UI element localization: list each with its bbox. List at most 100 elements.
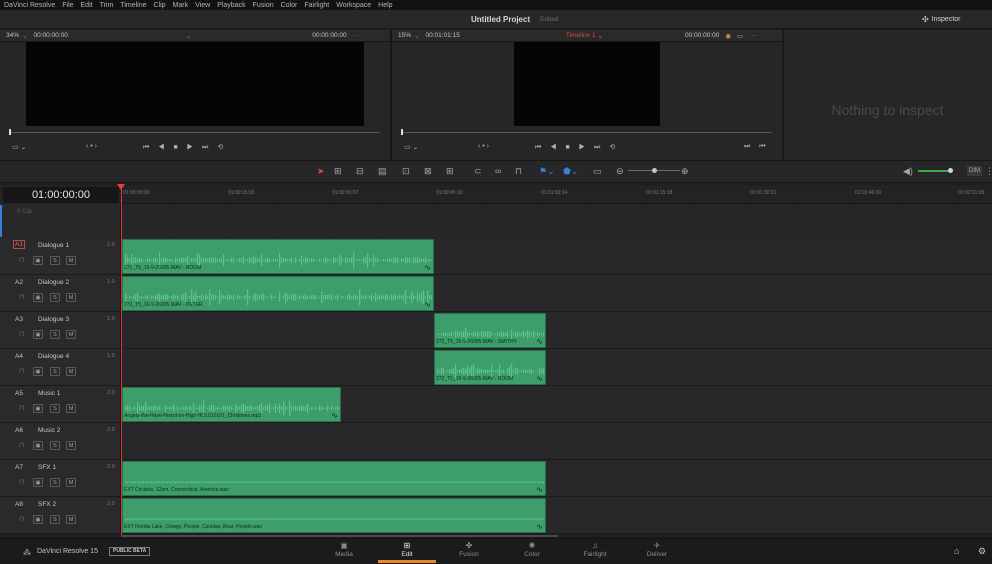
menu-clip[interactable]: Clip — [154, 2, 166, 9]
timeline-screen[interactable] — [514, 42, 660, 126]
timeline-transport[interactable]: ⏮◀■▶⏭⟲ — [535, 143, 624, 152]
lock-icon[interactable]: ⊓ — [19, 330, 26, 338]
source-scrubber[interactable] — [10, 132, 380, 133]
page-tab-deliver[interactable]: ✈ Deliver — [630, 540, 684, 558]
more-icon[interactable]: ··· — [751, 32, 758, 39]
menu-timeline[interactable]: Timeline — [120, 2, 146, 9]
audio-clip[interactable]: 272_T5_16-9-26005.WAV - SMITHY ∿ — [434, 313, 546, 348]
menu-app[interactable]: DaVinci Resolve — [4, 2, 55, 9]
track-name[interactable]: SFX 1 — [38, 464, 56, 471]
auto-select-icon[interactable]: ▣ — [33, 441, 43, 450]
marker-icon[interactable]: ⬟⌄ — [563, 166, 578, 176]
source-timecode[interactable]: 00:00:00:00 — [33, 32, 67, 39]
track-id[interactable]: A8 — [15, 501, 23, 508]
mute-button[interactable]: M — [66, 330, 76, 339]
page-tab-color[interactable]: ✺ Color — [505, 540, 559, 558]
track-name[interactable]: Music 2 — [38, 427, 60, 434]
solo-button[interactable]: S — [50, 404, 60, 413]
page-tab-fusion[interactable]: ✤ Fusion — [442, 540, 496, 558]
menu-edit[interactable]: Edit — [81, 2, 93, 9]
audio-clip[interactable]: Angels-We-Have-Heard-on-High-HOL010101_C… — [122, 387, 341, 422]
track-header-a8[interactable]: A8 SFX 2 2.0 ⊓ ▣ S M — [0, 497, 121, 534]
zoom-full-icon[interactable]: ▭ — [593, 166, 602, 176]
fade-handle-icon[interactable]: ∿ — [331, 411, 338, 420]
track-id[interactable]: A5 — [15, 390, 23, 397]
timeline-scrollbar[interactable] — [121, 535, 558, 537]
flag-icon[interactable]: ⚑⌄ — [539, 166, 555, 176]
inspector-button[interactable]: ✣ Inspector — [922, 13, 961, 26]
track-name[interactable]: Dialogue 3 — [38, 316, 69, 323]
source-zoom[interactable]: 34% — [6, 32, 19, 39]
track-id[interactable]: A7 — [15, 464, 23, 471]
menu-trim[interactable]: Trim — [100, 2, 114, 9]
solo-button[interactable]: S — [50, 441, 60, 450]
timeline-scrubber[interactable] — [402, 132, 772, 133]
track-id[interactable]: A6 — [15, 427, 23, 434]
timeline-scrub-handle[interactable] — [401, 129, 403, 135]
audio-clip[interactable]: 272_T5_16-9-26005.WAV - BOOM ∿ — [434, 350, 546, 385]
playhead-handle[interactable] — [117, 184, 125, 190]
playhead[interactable] — [121, 185, 122, 535]
menu-view[interactable]: View — [195, 2, 210, 9]
track-header-a5[interactable]: A5 Music 1 2.0 ⊓ ▣ S M — [0, 386, 121, 423]
lock-icon[interactable]: ⊓ — [19, 515, 26, 523]
auto-select-icon[interactable]: ▣ — [33, 515, 43, 524]
chevron-down-icon[interactable]: ⌄ — [186, 32, 191, 40]
snapping-icon[interactable]: ⊂ — [474, 166, 482, 176]
mute-button[interactable]: M — [66, 256, 76, 265]
track-name[interactable]: Music 1 — [38, 390, 60, 397]
menu-mark[interactable]: Mark — [173, 2, 189, 9]
speaker-icon[interactable]: ◀) — [903, 166, 913, 176]
track-header-a7[interactable]: A7 SFX 1 2.0 ⊓ ▣ S M — [0, 460, 121, 497]
dim-button[interactable]: DIM — [967, 166, 982, 176]
selection-tool-icon[interactable]: ➤ — [317, 166, 325, 176]
zoom-out-icon[interactable]: ⊖ — [616, 166, 624, 176]
more-icon[interactable]: ⋮ — [985, 166, 992, 176]
menu-fusion[interactable]: Fusion — [253, 2, 274, 9]
lock-icon[interactable]: ⊓ — [19, 256, 26, 264]
solo-button[interactable]: S — [50, 293, 60, 302]
more-icon[interactable]: ··· — [355, 32, 362, 39]
audio-clip[interactable]: EXT Florida Lake, Creepy, People, Cicada… — [122, 498, 546, 533]
home-icon[interactable]: ⌂ — [954, 546, 959, 556]
video-track-lane[interactable] — [121, 204, 992, 238]
view-options-icon[interactable]: ▭ ⌄ — [12, 143, 26, 151]
solo-button[interactable]: S — [50, 515, 60, 524]
track-header-a2[interactable]: A2 Dialogue 2 1.0 ⊓ ▣ S M — [0, 275, 121, 312]
track-id[interactable]: A2 — [15, 279, 23, 286]
audio-clip[interactable]: 272_T5_16-9-26005.WAV - PETER ∿ — [122, 276, 434, 311]
track-lane-a3[interactable] — [121, 312, 992, 349]
jog-control[interactable]: ‹ • › — [478, 143, 489, 150]
auto-select-icon[interactable]: ▣ — [33, 256, 43, 265]
audio-clip[interactable]: 272_T5_16-9-26005.WAV - BOOM ∿ — [122, 239, 434, 274]
menu-file[interactable]: File — [62, 2, 73, 9]
timeline-name[interactable]: Timeline 1 — [566, 32, 596, 39]
overwrite-clip-icon[interactable]: ⊠ — [424, 166, 432, 176]
blade-tool-icon[interactable]: ▤ — [378, 166, 387, 176]
solo-button[interactable]: S — [50, 478, 60, 487]
zoom-in-icon[interactable]: ⊕ — [681, 166, 689, 176]
menu-workspace[interactable]: Workspace — [336, 2, 371, 9]
track-name[interactable]: Dialogue 2 — [38, 279, 69, 286]
timeline-timecode[interactable]: 00:00:00:00 — [685, 32, 719, 39]
menu-fairlight[interactable]: Fairlight — [304, 2, 329, 9]
lock-icon[interactable]: ⊓ — [19, 367, 26, 375]
auto-select-icon[interactable]: ▣ — [33, 293, 43, 302]
link-icon[interactable]: ∞ — [495, 166, 501, 176]
track-name[interactable]: Dialogue 4 — [38, 353, 69, 360]
insert-clip-icon[interactable]: ⊡ — [402, 166, 410, 176]
track-header-a4[interactable]: A4 Dialogue 4 1.0 ⊓ ▣ S M — [0, 349, 121, 386]
track-header-a6[interactable]: A6 Music 2 2.0 ⊓ ▣ S M — [0, 423, 121, 460]
auto-select-icon[interactable]: ▣ — [33, 367, 43, 376]
track-id[interactable]: A3 — [15, 316, 23, 323]
page-tab-media[interactable]: ▣ Media — [317, 540, 371, 558]
track-id[interactable]: A1 — [13, 240, 25, 249]
timeline-timecode-value[interactable]: 01:00:00:00 — [3, 187, 119, 203]
menu-color[interactable]: Color — [281, 2, 298, 9]
source-scrub-handle[interactable] — [9, 129, 11, 135]
chevron-down-icon[interactable]: ⌄ — [22, 32, 27, 40]
fade-handle-icon[interactable]: ∿ — [424, 300, 431, 309]
view-options-icon[interactable]: ▭ ⌄ — [404, 143, 418, 151]
auto-select-icon[interactable]: ▣ — [33, 330, 43, 339]
track-lane-a4[interactable] — [121, 349, 992, 386]
